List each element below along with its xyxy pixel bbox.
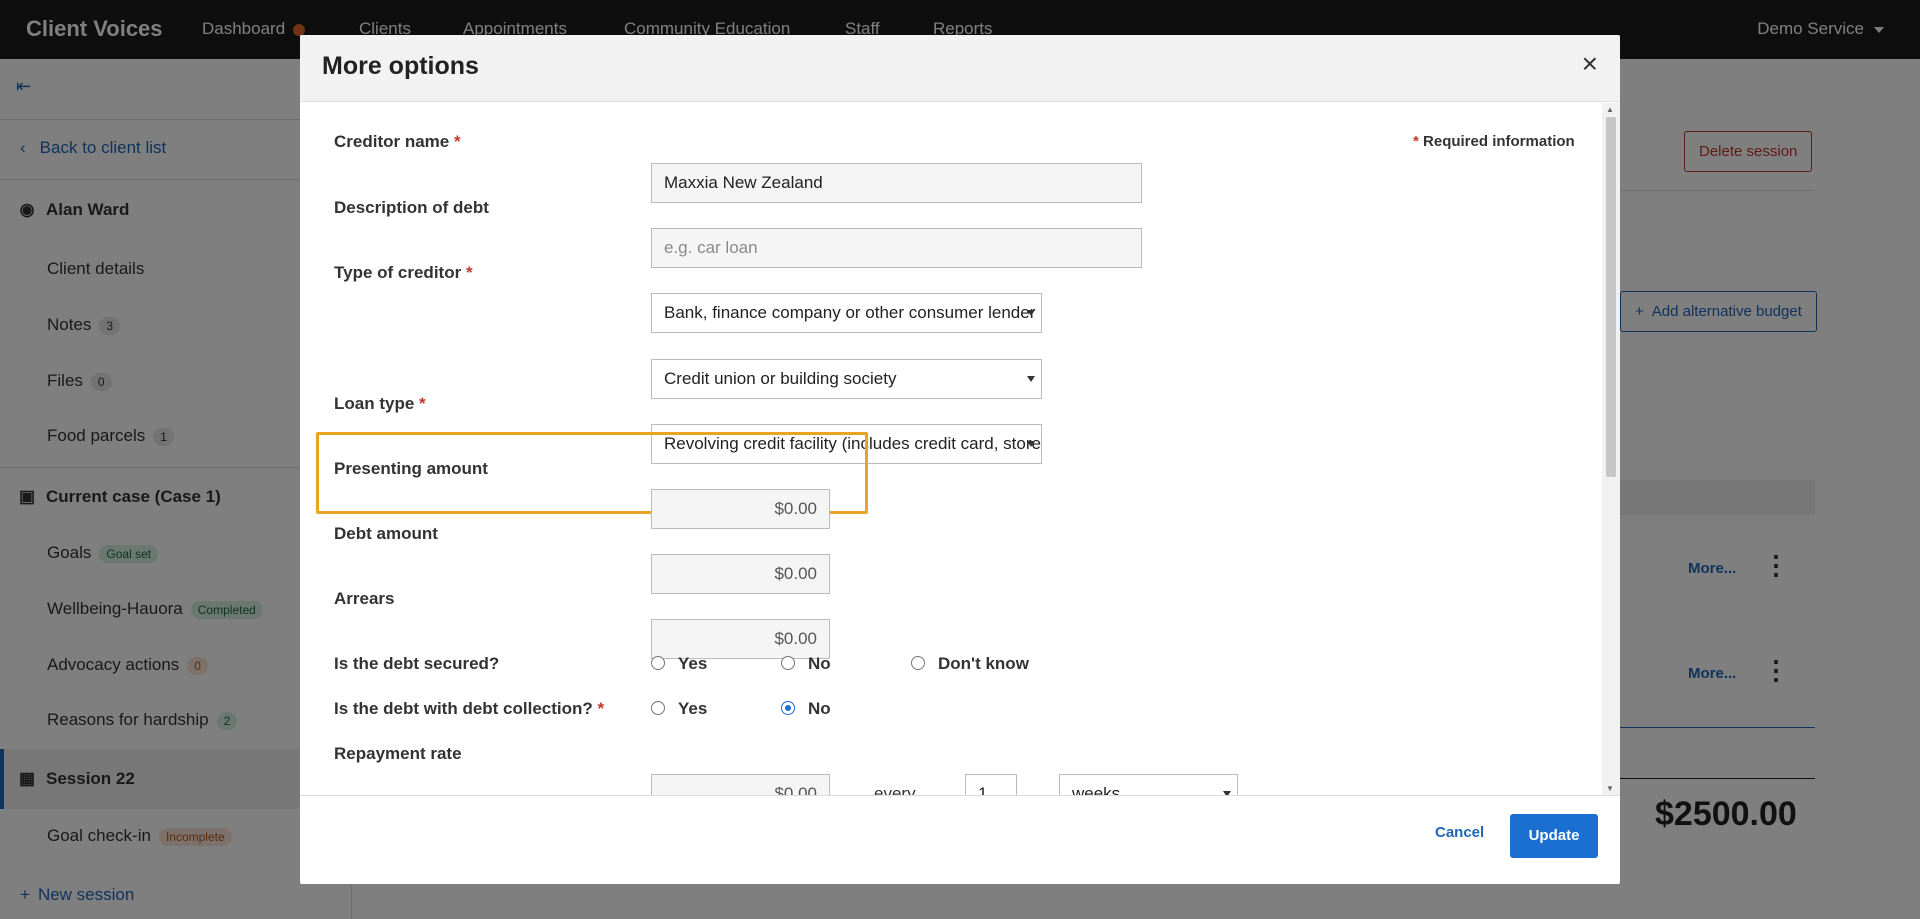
repayment-amount-input[interactable]: $0.00 [651, 774, 830, 795]
radio-label: Yes [678, 699, 708, 718]
dialog-title: More options [322, 52, 479, 80]
radio-icon [781, 656, 795, 670]
label-text: Creditor name [334, 132, 450, 151]
secured-dont-know-radio[interactable]: Don't know [911, 654, 1029, 674]
debt-amount-input[interactable]: $0.00 [651, 554, 830, 594]
dialog-body: * Required information Creditor name * M… [300, 103, 1602, 795]
scroll-down-icon[interactable]: ▼ [1606, 784, 1614, 793]
type-of-creditor-select[interactable]: Bank, finance company or other consumer … [651, 293, 1042, 333]
radio-label: Don't know [938, 654, 1029, 673]
radio-icon [911, 656, 925, 670]
select-value: weeks [1072, 784, 1121, 795]
label-text: Loan type [334, 394, 415, 413]
arrears-input[interactable]: $0.00 [651, 619, 830, 659]
debt-amount-label: Debt amount [334, 524, 438, 543]
arrears-label: Arrears [334, 589, 395, 608]
type-of-creditor-label: Type of creditor * [334, 263, 473, 282]
scrollbar-thumb[interactable] [1606, 117, 1616, 477]
label-text: Is the debt with debt collection? [334, 699, 593, 718]
chevron-down-icon [1027, 310, 1035, 316]
presenting-amount-label: Presenting amount [334, 459, 488, 478]
creditor-name-input[interactable]: Maxxia New Zealand [651, 163, 1142, 203]
repayment-period-select[interactable]: weeks [1059, 774, 1238, 795]
scroll-up-icon[interactable]: ▲ [1606, 105, 1614, 114]
debt-collection-label: Is the debt with debt collection? * [334, 699, 605, 718]
required-information-note: * Required information [1413, 133, 1575, 150]
update-button[interactable]: Update [1510, 814, 1598, 858]
more-options-dialog: More options × * Required information Cr… [300, 35, 1620, 884]
repayment-rate-label: Repayment rate [334, 744, 462, 763]
dialog-scrollbar[interactable]: ▲ ▼ [1602, 103, 1620, 795]
description-input[interactable]: e.g. car loan [651, 228, 1142, 268]
label-text: Type of creditor [334, 263, 462, 282]
radio-icon [651, 701, 665, 715]
presenting-amount-input[interactable]: $0.00 [651, 489, 830, 529]
debt-collection-no-radio[interactable]: No [781, 699, 831, 719]
debt-collection-yes-radio[interactable]: Yes [651, 699, 707, 719]
chevron-down-icon [1027, 376, 1035, 382]
chevron-down-icon [1027, 441, 1035, 447]
required-info-label: Required information [1423, 133, 1575, 150]
description-label: Description of debt [334, 198, 489, 217]
secured-label: Is the debt secured? [334, 654, 500, 673]
repayment-interval-input[interactable]: 1 [965, 774, 1017, 795]
select-value: Credit union or building society [664, 369, 897, 388]
creditor-subtype-select[interactable]: Credit union or building society [651, 359, 1042, 399]
every-label: every [874, 784, 916, 795]
dialog-header: More options × [300, 35, 1620, 102]
select-value: Bank, finance company or other consumer … [664, 303, 1036, 322]
creditor-name-label: Creditor name * [334, 132, 461, 151]
radio-icon [651, 656, 665, 670]
cancel-button[interactable]: Cancel [1435, 824, 1484, 841]
dialog-footer: Cancel Update [300, 795, 1620, 884]
radio-selected-icon [781, 701, 795, 715]
secured-no-radio[interactable]: No [781, 654, 831, 674]
loan-type-label: Loan type * [334, 394, 426, 413]
radio-label: No [808, 699, 831, 718]
radio-label: No [808, 654, 831, 673]
close-icon[interactable]: × [1582, 50, 1598, 78]
secured-yes-radio[interactable]: Yes [651, 654, 707, 674]
radio-label: Yes [678, 654, 708, 673]
